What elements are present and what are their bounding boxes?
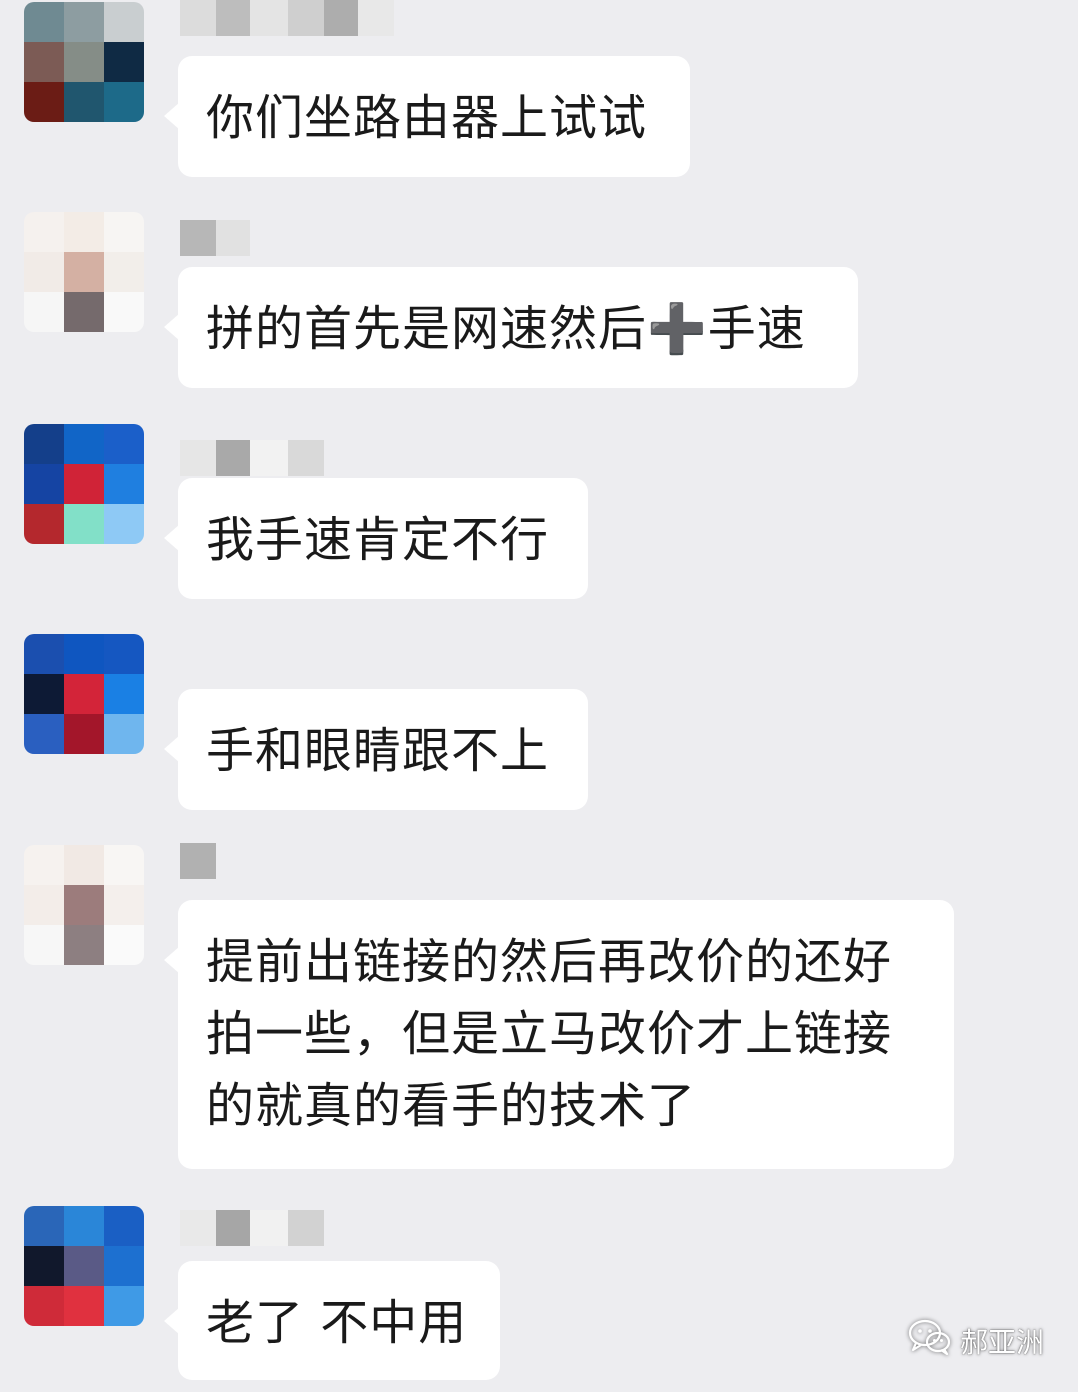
avatar-mosaic-tile xyxy=(64,1286,104,1326)
message-bubble[interactable]: 我手速肯定不行 xyxy=(164,478,588,599)
avatar-mosaic-tile xyxy=(104,292,144,332)
sender-name-blurred xyxy=(180,440,324,476)
avatar-mosaic-tile xyxy=(64,504,104,544)
message-bubble[interactable]: 拼的首先是网速然后➕手速 xyxy=(164,267,858,388)
name-mosaic-tile xyxy=(250,1210,288,1246)
sender-avatar[interactable] xyxy=(24,634,144,754)
avatar-mosaic-tile xyxy=(24,252,64,292)
avatar-mosaic-tile xyxy=(104,464,144,504)
name-mosaic-tile xyxy=(180,220,216,256)
name-mosaic-tile xyxy=(180,1210,216,1246)
avatar-mosaic-tile xyxy=(64,845,104,885)
avatar-mosaic-tile xyxy=(104,1206,144,1246)
avatar-mosaic-tile xyxy=(24,292,64,332)
name-mosaic-tile xyxy=(288,1210,324,1246)
avatar-mosaic-tile xyxy=(104,714,144,754)
name-mosaic-tile xyxy=(180,440,216,476)
avatar-mosaic-tile xyxy=(64,464,104,504)
avatar-mosaic-tile xyxy=(64,1206,104,1246)
sender-avatar[interactable] xyxy=(24,845,144,965)
avatar-mosaic-tile xyxy=(24,504,64,544)
account-watermark: 郝亚洲 xyxy=(908,1319,1044,1362)
name-mosaic-tile xyxy=(288,440,324,476)
wechat-icon xyxy=(908,1319,952,1362)
avatar-mosaic-tile xyxy=(24,1206,64,1246)
name-mosaic-tile xyxy=(358,0,394,36)
avatar-mosaic-tile xyxy=(104,252,144,292)
sender-name-blurred xyxy=(180,0,394,36)
avatar-mosaic-tile xyxy=(24,42,64,82)
name-mosaic-tile xyxy=(216,1210,250,1246)
name-mosaic-tile xyxy=(250,440,288,476)
message-bubble[interactable]: 老了 不中用 xyxy=(164,1261,500,1380)
avatar-mosaic-tile xyxy=(104,212,144,252)
sender-avatar[interactable] xyxy=(24,424,144,544)
avatar-mosaic-tile xyxy=(24,1286,64,1326)
name-mosaic-tile xyxy=(250,0,288,36)
message-bubble[interactable]: 手和眼睛跟不上 xyxy=(164,689,588,810)
avatar-mosaic-tile xyxy=(24,634,64,674)
avatar-mosaic-tile xyxy=(104,42,144,82)
sender-name-blurred xyxy=(180,1210,324,1246)
name-mosaic-tile xyxy=(288,0,324,36)
avatar-mosaic-tile xyxy=(24,1246,64,1286)
name-mosaic-tile xyxy=(216,440,250,476)
avatar-mosaic-tile xyxy=(24,212,64,252)
name-mosaic-tile xyxy=(180,0,216,36)
avatar-mosaic-tile xyxy=(24,424,64,464)
avatar-mosaic-tile xyxy=(64,674,104,714)
avatar-mosaic-tile xyxy=(64,292,104,332)
name-mosaic-tile xyxy=(324,0,358,36)
name-mosaic-tile xyxy=(216,0,250,36)
avatar-mosaic-tile xyxy=(104,424,144,464)
avatar-mosaic-tile xyxy=(64,1246,104,1286)
avatar-mosaic-tile xyxy=(64,634,104,674)
avatar-mosaic-tile xyxy=(104,1246,144,1286)
avatar-mosaic-tile xyxy=(64,42,104,82)
chat-view: 你们坐路由器上试试 拼的首先是网速然后➕手速 我手速肯定不行 手和眼睛跟不上 提… xyxy=(0,0,1078,1392)
avatar-mosaic-tile xyxy=(104,845,144,885)
avatar-mosaic-tile xyxy=(64,885,104,925)
avatar-mosaic-tile xyxy=(24,82,64,122)
avatar-mosaic-tile xyxy=(64,714,104,754)
avatar-mosaic-tile xyxy=(64,424,104,464)
sender-avatar[interactable] xyxy=(24,1206,144,1326)
avatar-mosaic-tile xyxy=(24,885,64,925)
avatar-mosaic-tile xyxy=(24,2,64,42)
avatar-mosaic-tile xyxy=(104,925,144,965)
avatar-mosaic-tile xyxy=(24,464,64,504)
sender-name-blurred xyxy=(180,843,216,879)
avatar-mosaic-tile xyxy=(64,212,104,252)
avatar-mosaic-tile xyxy=(104,504,144,544)
avatar-mosaic-tile xyxy=(64,82,104,122)
avatar-mosaic-tile xyxy=(104,2,144,42)
avatar-mosaic-tile xyxy=(64,925,104,965)
avatar-mosaic-tile xyxy=(24,845,64,885)
avatar-mosaic-tile xyxy=(64,2,104,42)
sender-avatar[interactable] xyxy=(24,212,144,332)
avatar-mosaic-tile xyxy=(104,885,144,925)
avatar-mosaic-tile xyxy=(24,925,64,965)
avatar-mosaic-tile xyxy=(104,674,144,714)
name-mosaic-tile xyxy=(180,843,216,879)
sender-name-blurred xyxy=(180,220,250,256)
name-mosaic-tile xyxy=(216,220,250,256)
avatar-mosaic-tile xyxy=(104,634,144,674)
message-bubble[interactable]: 你们坐路由器上试试 xyxy=(164,56,690,177)
sender-avatar[interactable] xyxy=(24,2,144,122)
avatar-mosaic-tile xyxy=(104,1286,144,1326)
message-bubble[interactable]: 提前出链接的然后再改价的还好拍一些，但是立马改价才上链接的就真的看手的技术了 xyxy=(164,900,954,1169)
watermark-label: 郝亚洲 xyxy=(959,1325,1044,1359)
avatar-mosaic-tile xyxy=(64,252,104,292)
avatar-mosaic-tile xyxy=(24,674,64,714)
avatar-mosaic-tile xyxy=(104,82,144,122)
avatar-mosaic-tile xyxy=(24,714,64,754)
